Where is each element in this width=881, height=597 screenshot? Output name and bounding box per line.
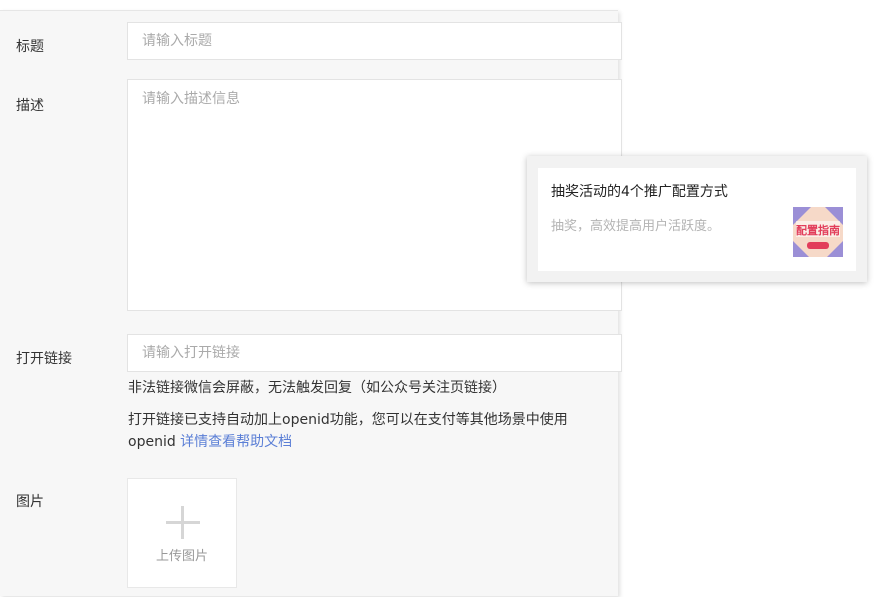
upload-image-label: 上传图片	[155, 549, 208, 564]
preview-card-title: 抽奖活动的4个推广配置方式	[551, 184, 728, 200]
link-hint-openid-2: openid 详情查看帮助文档	[128, 431, 292, 453]
image-label: 图片	[16, 494, 44, 510]
link-input[interactable]: 请输入打开链接	[127, 334, 622, 372]
description-label: 描述	[16, 98, 44, 114]
message-form: 标题 请输入标题 描述 请输入描述信息 打开链接 请输入打开链接 非法链接微信会…	[0, 10, 622, 596]
preview-card[interactable]: 抽奖活动的4个推广配置方式 抽奖，高效提高用户活跃度。 配置指南	[538, 168, 856, 271]
title-input[interactable]: 请输入标题	[127, 22, 622, 60]
plus-icon-vertical	[181, 506, 184, 539]
link-hint-prefix: openid	[128, 434, 176, 450]
link-label: 打开链接	[16, 351, 72, 367]
link-hint-openid: 打开链接已支持自动加上openid功能，您可以在支付等其他场景中使用	[128, 412, 568, 428]
upload-image-button[interactable]: 上传图片	[127, 478, 237, 588]
title-label: 标题	[16, 39, 44, 55]
help-doc-link[interactable]: 详情查看帮助文档	[180, 434, 292, 450]
thumb-logo-text: 配置指南	[796, 223, 840, 237]
preview-card-description: 抽奖，高效提高用户活跃度。	[551, 219, 721, 234]
preview-card-wrapper: 抽奖活动的4个推广配置方式 抽奖，高效提高用户活跃度。 配置指南	[527, 156, 867, 282]
link-hint-illegal: 非法链接微信会屏蔽，无法触发回复（如公众号关注页链接）	[128, 380, 506, 396]
guide-thumbnail-icon: 配置指南	[793, 207, 843, 257]
